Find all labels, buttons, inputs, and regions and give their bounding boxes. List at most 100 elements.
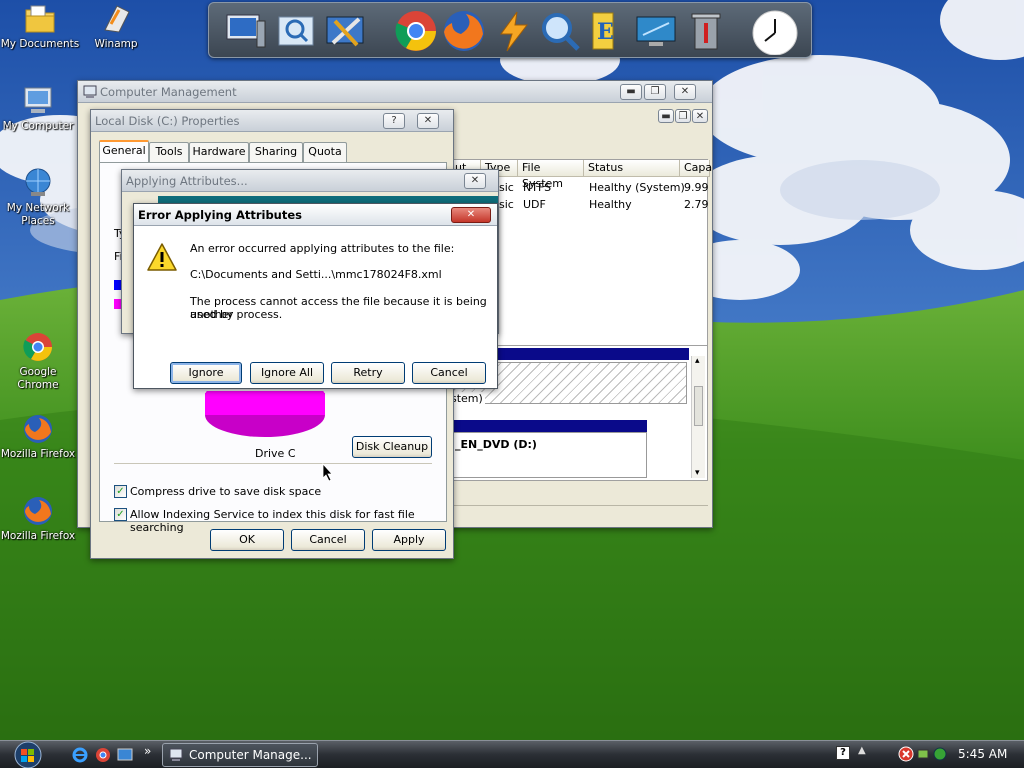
compress-label: Compress drive to save disk space [130, 485, 322, 498]
documents-folder-icon [23, 2, 57, 36]
properties-title: Local Disk (C:) Properties [95, 114, 240, 128]
close-button[interactable]: ✕ [464, 173, 486, 189]
tab-hardware[interactable]: Hardware [189, 142, 249, 162]
scroll-up-arrow-icon[interactable]: ▴ [695, 356, 700, 366]
network-icon [21, 166, 55, 200]
monitor-icon[interactable] [633, 9, 679, 53]
ignore-all-button[interactable]: Ignore All [250, 362, 324, 384]
tab-general[interactable]: General [99, 140, 149, 162]
clock-icon[interactable] [749, 9, 798, 56]
vertical-scrollbar[interactable]: ▴ ▾ [691, 356, 705, 478]
ignore-button[interactable]: Ignore [170, 362, 242, 384]
row-1-type: sic [499, 181, 514, 194]
taskbar: » Computer Manage... ? ▲ 5:45 AM [0, 740, 1024, 768]
dock-bar: E [208, 2, 812, 58]
desktop-icon-mozilla-firefox[interactable]: Mozilla Firefox [0, 412, 78, 461]
error-dialog-title: Error Applying Attributes [138, 208, 303, 222]
scroll-down-arrow-icon[interactable]: ▾ [695, 468, 700, 478]
desktop-icon-label: My Computer [2, 120, 74, 132]
warning-icon [147, 243, 177, 271]
row-1-file-system: NTFS [523, 181, 552, 194]
tab-tools[interactable]: Tools [149, 142, 189, 162]
network-tray-icon[interactable] [916, 746, 932, 765]
taskbar-clock[interactable]: 5:45 AM [958, 747, 1007, 761]
disk-cleanup-button[interactable]: Disk Cleanup [352, 436, 432, 458]
child-restore-button[interactable]: ❐ [675, 109, 691, 123]
minimize-button[interactable]: ▬ [620, 84, 642, 100]
cdrom-label: _EN_DVD (D:) [455, 438, 537, 451]
vertical-scrollbar-thumb[interactable] [694, 386, 703, 426]
tab-sharing[interactable]: Sharing [249, 142, 303, 162]
svg-text:E: E [597, 19, 614, 45]
magnifier-icon[interactable] [537, 9, 583, 53]
desktop-icon-my-computer[interactable]: My Computer [0, 84, 78, 133]
desktop-icon-my-documents[interactable]: My Documents [0, 2, 80, 51]
disk-pie-chart [205, 391, 325, 437]
retry-button[interactable]: Retry [331, 362, 405, 384]
desktop-icon-label: My Documents [0, 38, 80, 50]
status-bar [450, 505, 708, 523]
security-alert-tray-icon[interactable] [898, 746, 914, 765]
desktop-icon-label: My Network Places [6, 202, 70, 227]
tools-icon[interactable] [323, 9, 369, 53]
computer-icon[interactable] [223, 9, 269, 53]
column-header-capacity[interactable]: Capa [680, 160, 712, 177]
firefox-icon [21, 412, 55, 446]
computer-management-titlebar[interactable]: Computer Management ▬ ❐ ✕ [78, 81, 712, 103]
compress-checkbox[interactable]: ✓ [114, 485, 127, 498]
cancel-button[interactable]: Cancel [412, 362, 486, 384]
desktop-icon-label: Google Chrome [17, 366, 59, 391]
desktop-icon-mozilla-firefox-2[interactable]: Mozilla Firefox [0, 494, 78, 543]
close-button[interactable]: ✕ [417, 113, 439, 129]
partition-label: stem) [451, 392, 485, 405]
maximize-button[interactable]: ❐ [644, 84, 666, 100]
tab-quota[interactable]: Quota [303, 142, 347, 162]
help-button[interactable]: ? [383, 113, 405, 129]
cdrom-header-bar [451, 420, 647, 432]
taskbar-task-computer-management[interactable]: Computer Manage... [162, 743, 318, 767]
ok-button[interactable]: OK [210, 529, 284, 551]
row-1-capacity: 9.99 [684, 181, 709, 194]
desktop-icon-label: Mozilla Firefox [0, 448, 76, 460]
close-button[interactable]: ✕ [451, 207, 491, 223]
close-button[interactable]: ✕ [674, 84, 696, 100]
child-minimize-button[interactable]: ▬ [658, 109, 674, 123]
winamp-icon [99, 2, 133, 36]
column-header-file-system[interactable]: File System [518, 160, 584, 190]
child-close-button[interactable]: ✕ [692, 109, 708, 123]
mmc-child-caption-buttons: ▬ ❐ ✕ [658, 109, 710, 125]
chrome-quicklaunch-icon[interactable] [95, 747, 111, 766]
trash-icon[interactable] [683, 9, 729, 53]
applying-attributes-titlebar[interactable]: Applying Attributes... ✕ [122, 170, 498, 192]
start-button[interactable] [8, 741, 48, 768]
apply-button[interactable]: Apply [372, 529, 446, 551]
desktop-icon-my-network-places[interactable]: My Network Places [0, 166, 78, 228]
applying-attributes-title: Applying Attributes... [126, 174, 248, 188]
column-header-status[interactable]: Status [584, 160, 680, 177]
antivirus-tray-icon[interactable] [932, 746, 948, 765]
error-dialog: Error Applying Attributes ✕ An error occ… [133, 203, 498, 389]
desktop-icon-google-chrome[interactable]: Google Chrome [0, 330, 78, 392]
desktop-icon-winamp[interactable]: Winamp [76, 2, 156, 51]
search-folder-icon[interactable] [273, 9, 319, 53]
computer-management-app-icon [169, 748, 183, 765]
tray-expand-icon[interactable]: ▲ [858, 745, 866, 756]
error-message-line3b: another process. [190, 308, 283, 321]
folder-icon[interactable]: E [585, 9, 631, 53]
ie-quicklaunch-icon[interactable] [72, 747, 88, 766]
error-dialog-titlebar[interactable]: Error Applying Attributes ✕ [134, 204, 497, 226]
error-file-path: C:\Documents and Setti...\mmc178024F8.xm… [190, 268, 442, 281]
desktop-quicklaunch-icon[interactable] [117, 747, 133, 766]
lightning-icon[interactable] [491, 9, 537, 53]
firefox-icon [21, 494, 55, 528]
cancel-button[interactable]: Cancel [291, 529, 365, 551]
row-2-capacity: 2.79 [684, 198, 709, 211]
help-tray-icon[interactable]: ? [836, 746, 850, 760]
firefox-icon[interactable] [441, 9, 487, 53]
index-checkbox[interactable]: ✓ [114, 508, 127, 521]
properties-titlebar[interactable]: Local Disk (C:) Properties ? ✕ [91, 110, 453, 132]
task-label: Computer Manage... [189, 748, 312, 762]
chrome-icon [21, 330, 55, 364]
chrome-icon[interactable] [393, 9, 439, 53]
quicklaunch-chevron[interactable]: » [144, 744, 151, 758]
